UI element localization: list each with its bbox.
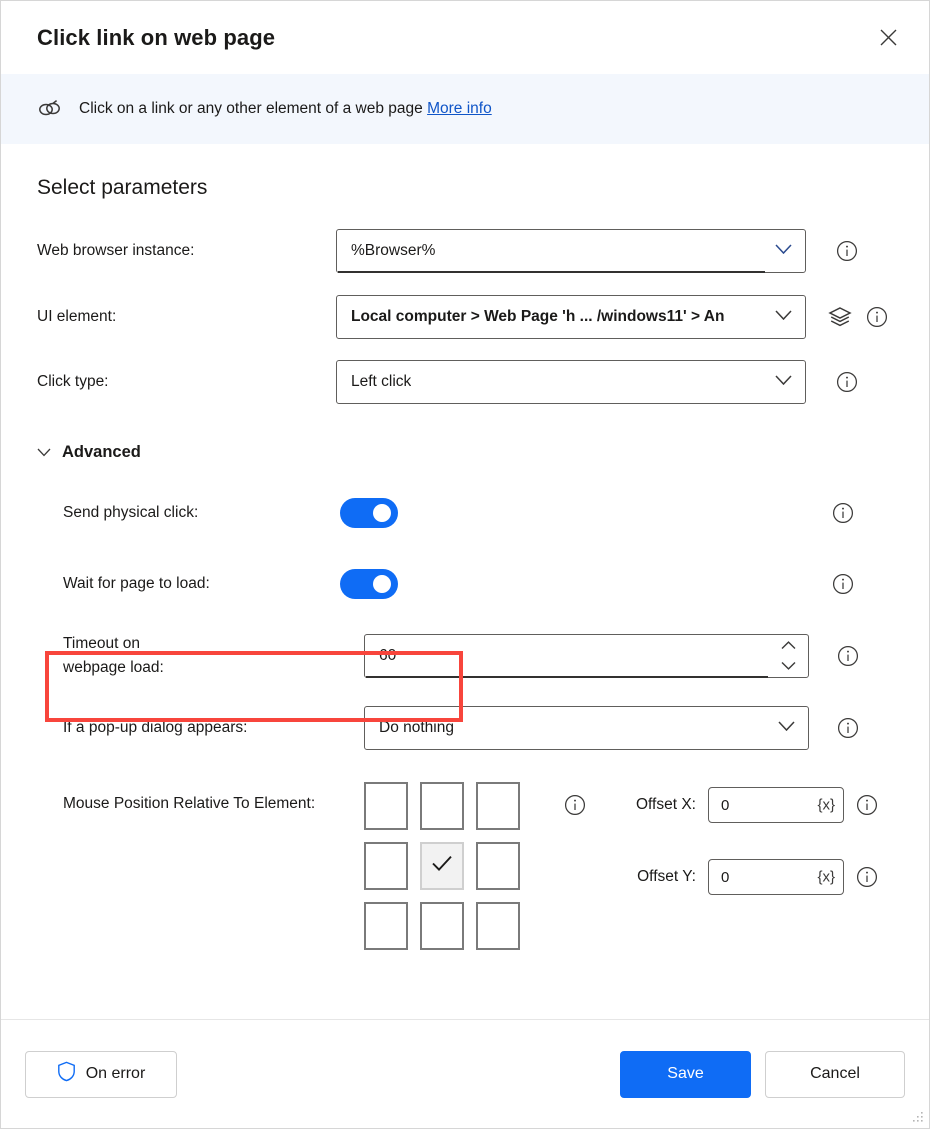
more-info-link[interactable]: More info [427,100,492,117]
chevron-down-icon [37,444,51,462]
layers-icon[interactable] [828,305,852,329]
info-icon-offset-y[interactable] [856,866,878,888]
web-browser-instance-dropdown[interactable]: %Browser% [336,229,806,273]
label-offset-x: Offset X: [635,796,696,813]
web-browser-instance-value: %Browser% [351,242,436,259]
label-timeout-line-2: webpage load: [63,659,164,676]
info-icon-click-type[interactable] [836,371,858,393]
offset-y-input[interactable]: 0 {x} [708,859,844,895]
offset-y-value: 0 [721,868,730,886]
info-icon-offset-x[interactable] [856,794,878,816]
info-banner: Click on a link or any other element of … [1,74,929,144]
info-icon-mouse-position[interactable] [564,794,586,816]
chevron-up-icon[interactable] [781,637,796,655]
mouse-position-cell-top-left[interactable] [364,782,408,830]
info-icon-wait-for-page-to-load[interactable] [832,573,854,595]
field-row-wait-for-page-to-load: Wait for page to load: [37,554,893,614]
variable-token-icon[interactable]: {x} [817,869,835,886]
info-icon-ui-element[interactable] [866,306,888,328]
offset-fields-group: Offset X: 0 {x} Offset Y: 0 {x} [600,787,878,895]
link-icon [37,96,63,122]
cancel-button[interactable]: Cancel [765,1050,905,1098]
spinner-arrows [781,637,796,676]
label-timeout-on-webpage-load: Timeout on webpage load: [37,632,364,680]
field-row-offset-y: Offset Y: 0 {x} [600,859,878,895]
chevron-down-icon[interactable] [781,658,796,676]
label-send-physical-click: Send physical click: [63,504,199,521]
label-ui-element: UI element: [37,307,117,325]
info-banner-text: Click on a link or any other element of … [79,100,492,118]
info-icon-send-physical-click[interactable] [832,502,854,524]
send-physical-click-toggle[interactable] [340,498,398,528]
mouse-position-grid[interactable] [364,782,520,950]
chevron-down-icon [775,373,792,391]
info-icon-popup-dialog[interactable] [837,717,859,739]
check-icon [431,855,453,877]
chevron-down-icon [775,242,792,260]
label-mouse-position: Mouse Position Relative To Element: [63,795,316,812]
field-row-offset-x: Offset X: 0 {x} [600,787,878,823]
offset-x-value: 0 [721,796,730,814]
offset-x-input[interactable]: 0 {x} [708,787,844,823]
click-type-value: Left click [351,373,412,390]
chevron-down-icon [778,719,795,737]
field-row-mouse-position: Mouse Position Relative To Element: Offs… [37,782,893,950]
wait-for-page-to-load-toggle[interactable] [340,569,398,599]
label-wait-for-page-to-load: Wait for page to load: [63,575,210,592]
mouse-position-cell-bottom-center[interactable] [420,902,464,950]
variable-token-icon[interactable]: {x} [817,797,835,814]
info-icon-timeout[interactable] [837,645,859,667]
page-title: Select parameters [37,176,208,199]
close-icon[interactable] [865,15,911,61]
timeout-on-webpage-load-input[interactable]: 60 [364,634,809,678]
ui-element-dropdown[interactable]: Local computer > Web Page 'h ... /window… [336,294,806,339]
info-banner-message: Click on a link or any other element of … [79,100,423,117]
dialog-titlebar: Click link on web page [1,1,929,74]
mouse-position-cell-bottom-left[interactable] [364,902,408,950]
popup-dialog-dropdown[interactable]: Do nothing [364,706,809,750]
mouse-position-cell-top-center[interactable] [420,782,464,830]
toggle-knob [373,504,391,522]
mouse-position-cell-bottom-right[interactable] [476,902,520,950]
dialog-title: Click link on web page [37,24,276,50]
toggle-knob [373,575,391,593]
field-row-timeout-on-webpage-load: Timeout on webpage load: 60 [37,626,893,686]
click-type-dropdown[interactable]: Left click [336,360,806,404]
on-error-button[interactable]: On error [25,1050,177,1098]
dialog-body: Select parameters Web browser instance: … [1,144,929,1044]
chevron-down-icon [775,308,792,326]
mouse-position-cell-middle-left[interactable] [364,842,408,890]
save-button[interactable]: Save [620,1050,751,1098]
field-row-ui-element: UI element: Local computer > Web Page 'h… [37,278,893,355]
field-row-send-physical-click: Send physical click: [37,482,893,544]
field-row-popup-dialog: If a pop-up dialog appears: Do nothing [37,698,893,758]
mouse-position-cell-top-right[interactable] [476,782,520,830]
click-link-on-web-page-dialog: Click link on web page Click on a link o… [0,0,930,1129]
label-offset-y: Offset Y: [637,868,696,885]
field-row-click-type: Click type: Left click [37,355,893,409]
field-row-web-browser-instance: Web browser instance: %Browser% [37,224,893,278]
advanced-section-toggle[interactable]: Advanced [37,443,893,462]
popup-dialog-value: Do nothing [379,719,454,736]
shield-icon [57,1061,76,1087]
timeout-value: 60 [379,647,397,664]
label-click-type: Click type: [37,373,109,390]
mouse-position-cell-middle-center[interactable] [420,842,464,890]
mouse-position-cell-middle-right[interactable] [476,842,520,890]
info-icon-web-browser-instance[interactable] [836,240,858,262]
on-error-label: On error [85,1065,146,1082]
label-timeout-line-1: Timeout on [63,635,140,652]
label-web-browser-instance: Web browser instance: [37,242,195,259]
dialog-footer: On error Save Cancel [1,1019,929,1128]
label-popup-dialog: If a pop-up dialog appears: [63,719,248,736]
advanced-label: Advanced [62,443,141,461]
ui-element-value: Local computer > Web Page 'h ... /window… [351,307,725,325]
